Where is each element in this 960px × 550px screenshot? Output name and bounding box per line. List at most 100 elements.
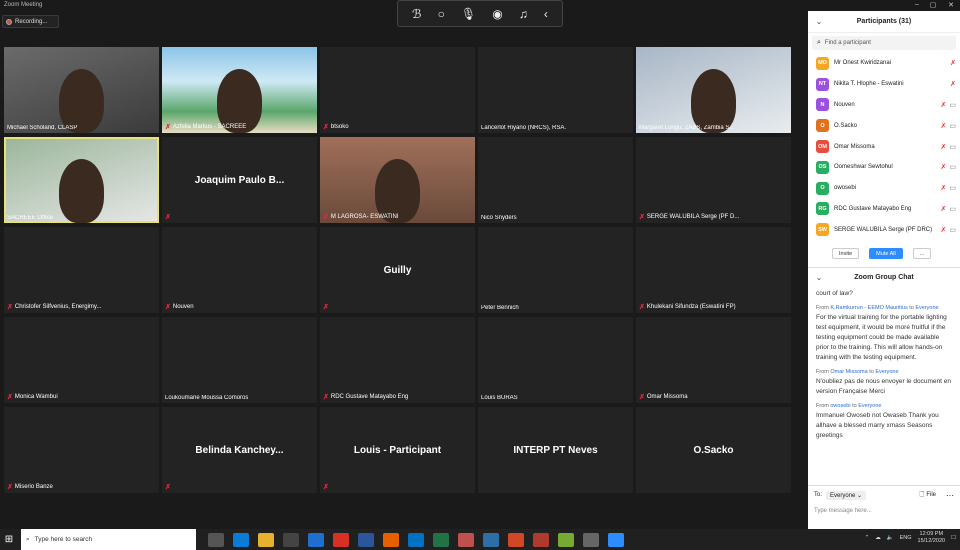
chevron-down-icon[interactable]: ⌄ — [816, 274, 822, 282]
video-tile[interactable]: Loukoumane Moussa Comoros — [162, 317, 317, 403]
task-view-icon[interactable] — [208, 532, 224, 547]
video-off-icon[interactable]: ▭ — [949, 163, 956, 171]
annotate-icon[interactable]: ℬ — [412, 8, 421, 20]
video-tile[interactable]: ✗ Christofer Silfvenius, Energimy... — [4, 227, 159, 313]
chrome-icon[interactable] — [333, 532, 349, 547]
video-tile[interactable]: ✗ Khulekani Sifundza (Eswatini FP) — [636, 227, 791, 313]
audio-icon[interactable]: ♫ — [519, 8, 528, 20]
video-off-icon[interactable]: ▭ — [949, 226, 956, 234]
minimize-icon[interactable]: – — [910, 1, 924, 8]
settings-icon[interactable] — [583, 532, 599, 547]
search-input[interactable]: Find a participant — [825, 40, 871, 46]
video-tile[interactable]: Joaquim Paulo B... ✗ — [162, 137, 317, 223]
muted-mic-icon[interactable]: ✗ — [941, 122, 947, 130]
message-input[interactable]: Type message here... — [814, 508, 954, 514]
snip-icon[interactable] — [533, 532, 549, 547]
muted-mic-icon[interactable]: ✗ — [950, 80, 956, 88]
video-tile[interactable]: ✗ SERGE WALUBILA Serge (PF D... — [636, 137, 791, 223]
language-indicator[interactable]: ENG — [900, 535, 912, 541]
zoom-icon[interactable] — [608, 532, 624, 547]
muted-mic-icon[interactable]: ✗ — [941, 184, 947, 192]
participant-row[interactable]: OM Omar Missoma ✗ ▭ — [808, 136, 960, 157]
muted-mic-icon[interactable]: ✗ — [950, 59, 956, 67]
volume-icon[interactable]: 🔈 — [887, 535, 894, 541]
muted-mic-icon[interactable]: ✗ — [941, 143, 947, 151]
invite-button[interactable]: Invite — [832, 248, 860, 260]
participant-row[interactable]: SW SERGE WALUBILA Serge (PF DRC) ✗ ▭ — [808, 219, 960, 240]
video-tile[interactable]: ✗ RDC Gustave Matayabo Eng — [320, 317, 475, 403]
video-tile[interactable]: Margaret Lungu, ZABS, Zambia S... — [636, 47, 791, 133]
outlook-icon[interactable] — [408, 532, 424, 547]
participant-search[interactable]: ⌕ Find a participant — [812, 36, 956, 50]
excel-icon[interactable] — [433, 532, 449, 547]
chat-recipient[interactable]: Everyone — [915, 305, 938, 311]
video-tile[interactable]: Louis BURAS — [478, 317, 633, 403]
video-tile[interactable]: Belinda Kanchey... ✗ — [162, 407, 317, 493]
notification-icon[interactable]: ☐ — [951, 535, 956, 541]
chat-recipient[interactable]: Everyone — [858, 403, 881, 409]
taskbar-search-input[interactable]: Type here to search — [35, 536, 92, 543]
video-off-icon[interactable]: ▭ — [949, 184, 956, 192]
chevron-up-icon[interactable]: ⌃ — [865, 535, 870, 541]
video-off-icon[interactable]: ▭ — [949, 143, 956, 151]
app-icon[interactable] — [458, 532, 474, 547]
file-explorer-icon[interactable] — [258, 532, 274, 547]
maximize-icon[interactable]: ▢ — [926, 1, 940, 9]
network-icon[interactable]: ☁ — [875, 535, 881, 541]
video-tile[interactable]: O.Sacko — [636, 407, 791, 493]
photos-icon[interactable] — [483, 532, 499, 547]
video-tile[interactable]: ✗ Omar Missoma — [636, 317, 791, 403]
record-button-icon[interactable]: ◉ — [492, 8, 502, 20]
chat-recipient[interactable]: Everyone — [875, 369, 898, 375]
video-off-icon[interactable]: ▭ — [949, 122, 956, 130]
paint-icon[interactable] — [558, 532, 574, 547]
clock[interactable]: 12:09 PM 15/12/2020 — [918, 531, 946, 545]
video-tile[interactable]: ✗ Miserio Banze — [4, 407, 159, 493]
video-off-icon[interactable]: ▭ — [949, 101, 956, 109]
video-tile[interactable]: Lancerlot Riyano (NRCS), RSA. — [478, 47, 633, 133]
recording-indicator[interactable]: Recording... — [2, 15, 59, 28]
participant-row[interactable]: OS Oomeshwar Sewtohul ✗ ▭ — [808, 157, 960, 178]
video-tile[interactable]: ✗ M LAGROSA- ESWATINI — [320, 137, 475, 223]
video-tile[interactable]: Nico Snyders — [478, 137, 633, 223]
video-tile[interactable]: ✗ btsoko — [320, 47, 475, 133]
microphone-icon[interactable]: 🎙 — [461, 8, 476, 20]
close-icon[interactable]: ✕ — [944, 1, 958, 9]
participant-row[interactable]: MO Mr Onest Kwiridzanai ✗ — [808, 53, 960, 74]
participant-row[interactable]: O O.Sacko ✗ ▭ — [808, 115, 960, 136]
chat-sender[interactable]: Omar Missoma — [830, 369, 867, 375]
participant-row[interactable]: Oowosebi ✗ ▭ — [808, 178, 960, 199]
chat-sender[interactable]: owosebi — [830, 403, 850, 409]
video-tile[interactable]: ✗ Monica Wambui — [4, 317, 159, 403]
muted-mic-icon[interactable]: ✗ — [941, 226, 947, 234]
chevron-down-icon[interactable]: ⌄ — [816, 18, 822, 26]
video-tile[interactable]: Peter Bennich — [478, 227, 633, 313]
taskbar-search[interactable]: ⌕ Type here to search — [21, 529, 196, 550]
store-icon[interactable] — [283, 532, 299, 547]
muted-mic-icon[interactable]: ✗ — [941, 101, 947, 109]
participant-row[interactable]: RG RDC Gustave Matayabo Eng ✗ ▭ — [808, 199, 960, 220]
muted-mic-icon[interactable]: ✗ — [941, 163, 947, 171]
firefox-icon[interactable] — [383, 532, 399, 547]
chat-sender[interactable]: K.Ramkurrun - EEMO Mauritius — [830, 305, 907, 311]
mail-icon[interactable] — [308, 532, 324, 547]
muted-mic-icon[interactable]: ✗ — [941, 205, 947, 213]
video-tile[interactable]: SACREEE Office — [4, 137, 159, 223]
participant-row[interactable]: N Nouven ✗ ▭ — [808, 95, 960, 116]
video-tile[interactable]: ✗ Azfelia Markus - SACREEE — [162, 47, 317, 133]
participant-row[interactable]: NT Nikita T. Hlophe - Eswatini ✗ — [808, 74, 960, 95]
video-tile[interactable]: INTERP PT Neves — [478, 407, 633, 493]
powerpoint-icon[interactable] — [508, 532, 524, 547]
video-tile[interactable]: Louis - Participant ✗ — [320, 407, 475, 493]
video-tile[interactable]: Michael Scholand, CLASP — [4, 47, 159, 133]
video-tile[interactable]: ✗ Nouven — [162, 227, 317, 313]
recipient-select[interactable]: Everyone ⌄ — [826, 490, 867, 500]
mute-all-button[interactable]: Mute All — [869, 248, 903, 260]
windows-start-icon[interactable]: ⊞ — [0, 534, 18, 545]
more-button[interactable]: ... — [912, 248, 932, 260]
edge-icon[interactable] — [233, 532, 249, 547]
circle-icon[interactable]: ○ — [438, 8, 445, 20]
video-tile[interactable]: Guilly ✗ — [320, 227, 475, 313]
file-button[interactable]: 🗋 File — [920, 490, 937, 500]
word-icon[interactable] — [358, 532, 374, 547]
